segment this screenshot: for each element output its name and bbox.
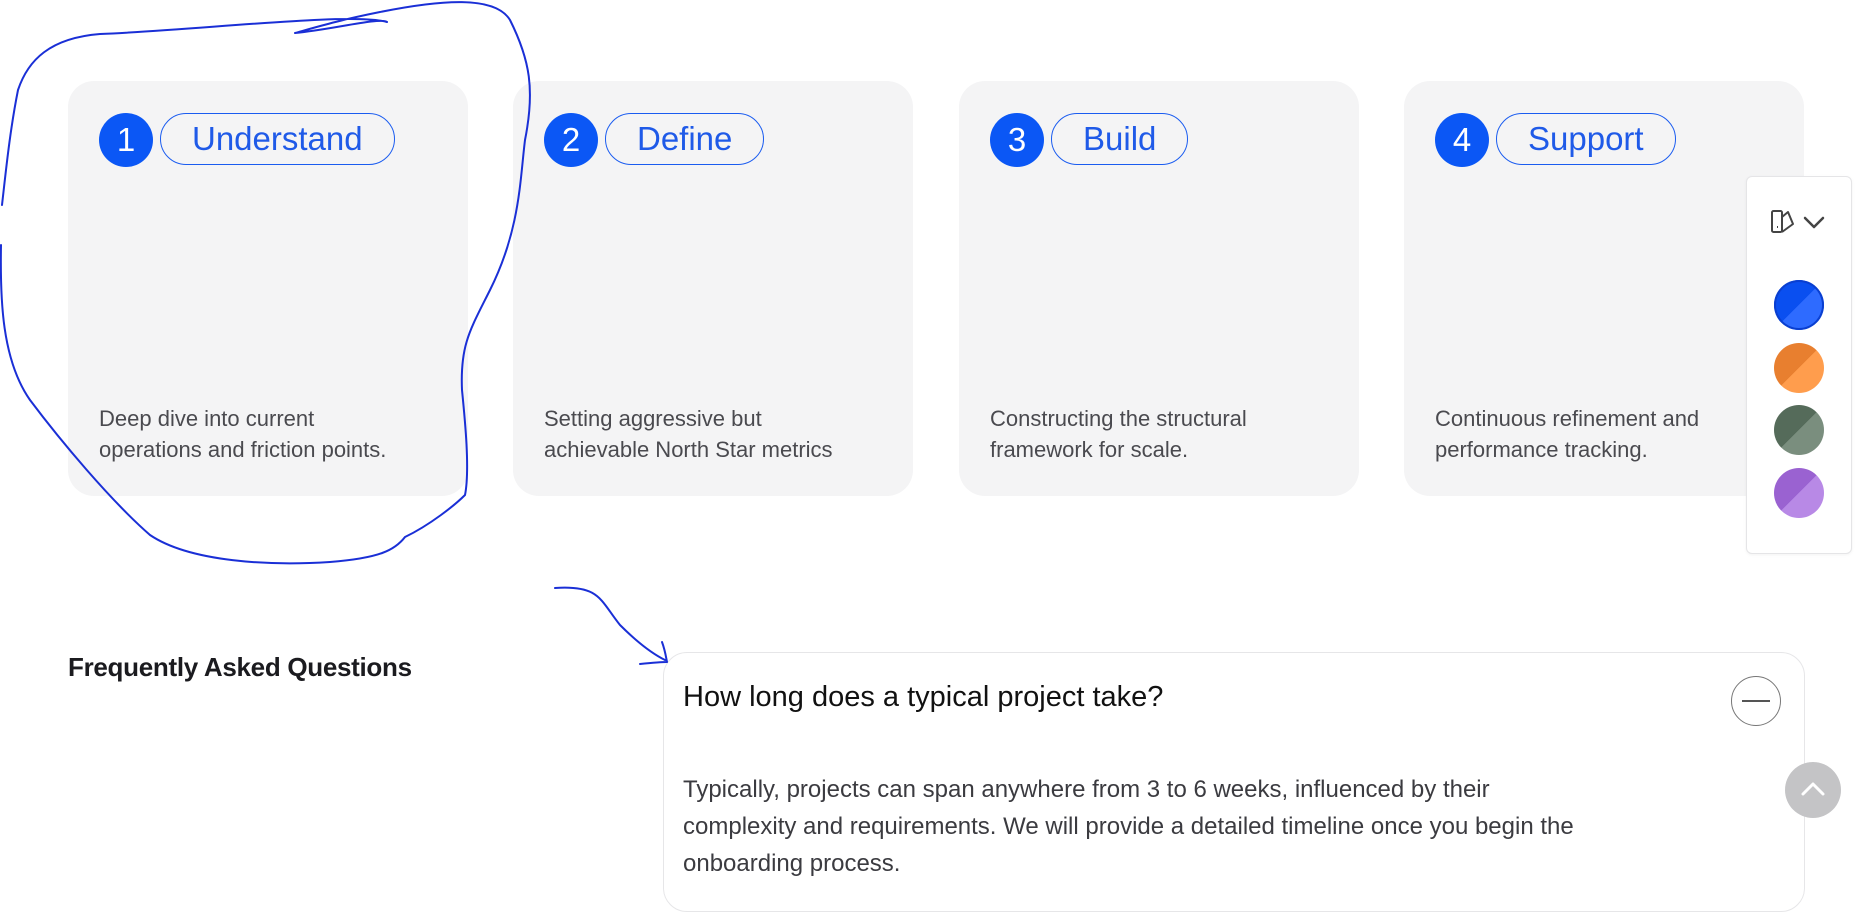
step-description: Deep dive into current operations and fr… bbox=[99, 406, 387, 462]
faq-collapse-button[interactable] bbox=[1731, 676, 1781, 726]
scroll-to-top-button[interactable] bbox=[1785, 762, 1841, 818]
step-title-pill: Build bbox=[1051, 113, 1189, 165]
step-card-support: 4 Support Continuous refinement and perf… bbox=[1404, 81, 1804, 496]
faq-item: How long does a typical project take? Ty… bbox=[663, 652, 1805, 912]
step-card-understand: 1 Understand Deep dive into current oper… bbox=[68, 81, 468, 496]
theme-color-picker bbox=[1746, 176, 1852, 554]
swatch-purple[interactable] bbox=[1774, 468, 1824, 518]
step-title-pill: Support bbox=[1496, 113, 1676, 165]
step-card-build: 3 Build Constructing the structural fram… bbox=[959, 81, 1359, 496]
step-description: Constructing the structural framework fo… bbox=[990, 406, 1247, 462]
swatch-blue[interactable] bbox=[1774, 280, 1824, 330]
chevron-down-icon bbox=[1803, 216, 1825, 229]
step-number: 2 bbox=[544, 113, 598, 167]
step-number: 4 bbox=[1435, 113, 1489, 167]
step-title-pill: Define bbox=[605, 113, 765, 165]
faq-answer: Typically, projects can span anywhere fr… bbox=[683, 776, 1574, 877]
theme-picker-toggle[interactable] bbox=[1769, 207, 1833, 237]
annotation-arrow bbox=[554, 586, 668, 665]
swatch-orange[interactable] bbox=[1774, 343, 1824, 393]
step-card-define: 2 Define Setting aggressive but achievab… bbox=[513, 81, 913, 496]
paint-bucket-icon bbox=[1771, 210, 1794, 233]
chevron-up-icon bbox=[1801, 782, 1825, 796]
faq-question[interactable]: How long does a typical project take? bbox=[683, 681, 1163, 714]
step-number: 1 bbox=[99, 113, 153, 167]
step-number: 3 bbox=[990, 113, 1044, 167]
swatch-green[interactable] bbox=[1774, 405, 1824, 455]
step-title-pill: Understand bbox=[160, 113, 395, 165]
step-description: Setting aggressive but achievable North … bbox=[544, 406, 833, 462]
step-description: Continuous refinement and performance tr… bbox=[1435, 406, 1700, 462]
process-steps: 1 Understand Deep dive into current oper… bbox=[68, 81, 1804, 496]
faq-heading: Frequently Asked Questions bbox=[68, 652, 412, 682]
